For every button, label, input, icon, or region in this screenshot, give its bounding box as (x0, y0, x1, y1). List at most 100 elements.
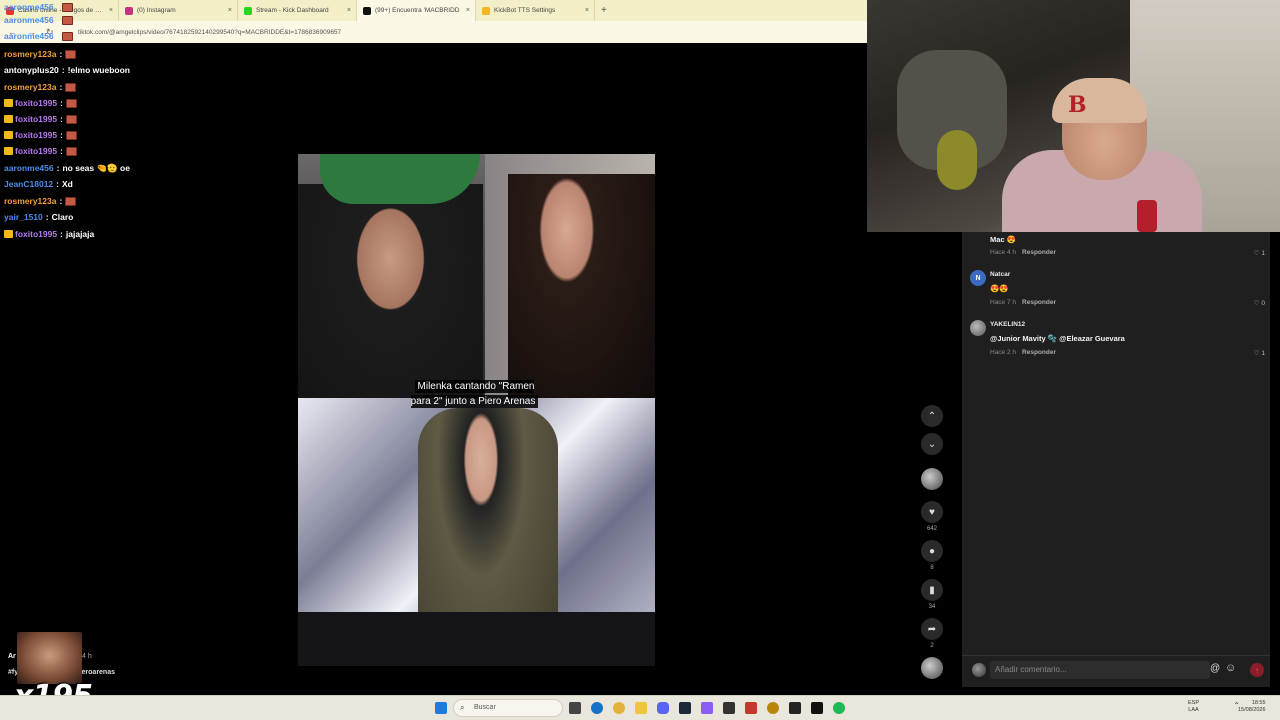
next-video-button[interactable]: ⌄ (917, 433, 947, 455)
app-icon[interactable] (701, 702, 713, 714)
chat-emote-icon (65, 130, 77, 140)
bookmark-icon[interactable]: ▮ (921, 579, 943, 601)
edge-icon[interactable] (591, 702, 603, 714)
chat-username[interactable]: foxito1995 (15, 146, 57, 156)
close-tab-icon[interactable]: × (109, 7, 113, 14)
tab-label: (99+) Encuentra 'MACBRIDD (375, 7, 460, 14)
chat-separator: : (56, 31, 60, 41)
chat-separator: : (56, 15, 60, 25)
comment-meta: Hace 2 h Responder (990, 349, 1056, 356)
taskbar-search[interactable]: ⌕ Buscar (453, 699, 563, 717)
video-frame-top (298, 154, 655, 398)
commenter-name[interactable]: YAKELIN12 (990, 321, 1025, 328)
commenter-name[interactable]: Natcar (990, 271, 1010, 278)
emoji-icon[interactable]: ☺ (1225, 662, 1236, 674)
chat-message: rosmery123a: (4, 47, 77, 61)
steam-icon[interactable] (679, 702, 691, 714)
obs-icon[interactable] (723, 702, 735, 714)
chat-username[interactable]: JeanC18012 (4, 179, 53, 189)
tiktok-video[interactable] (298, 154, 655, 666)
chat-text: no seas 🤏🫡 oe (62, 162, 130, 173)
chat-username[interactable]: rosmery123a (4, 49, 56, 59)
task-view-icon[interactable] (569, 702, 581, 714)
reply-button[interactable]: Responder (1022, 299, 1056, 306)
chrome-icon[interactable] (613, 702, 625, 714)
close-tab-icon[interactable]: × (585, 7, 589, 14)
address-bar[interactable]: ← → ↻ tiktok.com/@amgelclips/video/76741… (0, 21, 867, 43)
chat-message: aaronme456: (4, 29, 74, 43)
chat-text: !elmo wueboon (67, 65, 130, 75)
reply-button[interactable]: Responder (1022, 249, 1056, 256)
comment-time: Hace 2 h (990, 349, 1017, 356)
clock[interactable]: 18:55 15/08/2026 (1238, 700, 1266, 714)
heart-icon[interactable]: ♥ (921, 501, 943, 523)
url-text[interactable]: tiktok.com/@amgelclips/video/76741825921… (78, 29, 341, 36)
share-icon[interactable]: ➦ (921, 618, 943, 640)
comment-time: Hace 7 h (990, 299, 1017, 306)
new-tab-button[interactable]: + (601, 5, 607, 16)
app2-icon[interactable] (745, 702, 757, 714)
browser-tab[interactable]: (99+) Encuentra 'MACBRIDD × (357, 0, 476, 21)
author-avatar[interactable] (921, 468, 943, 490)
chat-emote-icon (62, 31, 74, 41)
language-indicator[interactable]: ESP LAA (1188, 700, 1199, 714)
tab-label: Stream - Kick Dashboard (256, 7, 329, 14)
terminal-icon[interactable] (789, 702, 801, 714)
comment-like-button[interactable]: ♡ 0 (1254, 299, 1265, 307)
close-tab-icon[interactable]: × (228, 7, 232, 14)
chat-username[interactable]: antonyplus20 (4, 65, 59, 75)
chat-username[interactable]: rosmery123a (4, 196, 56, 206)
chat-message: foxito1995: jajajaja (4, 227, 94, 241)
comment-input[interactable]: Añadir comentario... (990, 661, 1210, 679)
chat-separator: : (56, 179, 59, 189)
chevron-up-icon[interactable]: ⌃ (921, 405, 943, 427)
chat-username[interactable]: foxito1995 (15, 229, 57, 239)
browser-tab[interactable]: KickBot TTS Settings × (476, 0, 595, 21)
tiktok-icon[interactable] (811, 702, 823, 714)
chat-emote-icon (62, 2, 74, 12)
chat-username[interactable]: aaronme456 (4, 31, 54, 41)
close-tab-icon[interactable]: × (347, 7, 351, 14)
discord-icon[interactable] (657, 702, 669, 714)
chat-message: antonyplus20: !elmo wueboon (4, 63, 130, 77)
chat-username[interactable]: aaronme456 (4, 163, 54, 173)
chat-separator: : (61, 65, 65, 75)
chat-separator: : (60, 229, 63, 239)
spotify-icon[interactable] (833, 702, 845, 714)
chat-emote-icon (65, 82, 77, 92)
comment-item: Mac 😍 Hace 4 h Responder ♡ 1 (970, 234, 1265, 274)
folder-icon[interactable] (635, 702, 647, 714)
chat-username[interactable]: yair_1510 (4, 212, 43, 222)
chat-message: JeanC18012: Xd (4, 177, 73, 191)
chat-message: foxito1995: (4, 96, 77, 110)
chevron-down-icon[interactable]: ⌄ (921, 433, 943, 455)
chat-username[interactable]: aaronme456 (4, 15, 54, 25)
user-avatar (972, 663, 986, 677)
music-disc-icon[interactable] (921, 657, 943, 679)
chat-username[interactable]: rosmery123a (4, 82, 56, 92)
windows-start-icon[interactable] (435, 702, 447, 714)
chat-username[interactable]: foxito1995 (15, 130, 57, 140)
reply-button[interactable]: Responder (1022, 349, 1056, 356)
crown-badge-icon (4, 147, 13, 155)
comment-like-button[interactable]: ♡ 1 (1254, 349, 1265, 357)
chat-username[interactable]: aaronme456 (4, 2, 54, 12)
browser-tab[interactable]: (0) Instagram × (119, 0, 238, 21)
comment-icon[interactable]: ● (921, 540, 943, 562)
browser-tab[interactable]: Stream - Kick Dashboard × (238, 0, 357, 21)
commenter-avatar[interactable]: N (970, 270, 986, 286)
chat-username[interactable]: foxito1995 (15, 114, 57, 124)
comment-like-button[interactable]: ♡ 1 (1254, 249, 1265, 257)
send-button[interactable]: ↑ (1250, 663, 1264, 677)
chat-separator: : (60, 98, 63, 108)
commenter-avatar[interactable] (970, 320, 986, 336)
app3-icon[interactable] (767, 702, 779, 714)
chat-emote-icon (65, 114, 77, 124)
mention-icon[interactable]: @ (1210, 663, 1220, 674)
chat-username[interactable]: foxito1995 (15, 98, 57, 108)
video-frame-bottom (298, 398, 655, 666)
tab-favicon-icon (244, 6, 252, 15)
close-tab-icon[interactable]: × (466, 7, 470, 14)
prev-video-button[interactable]: ⌃ (917, 405, 947, 427)
description-user[interactable]: Ar (8, 653, 16, 660)
